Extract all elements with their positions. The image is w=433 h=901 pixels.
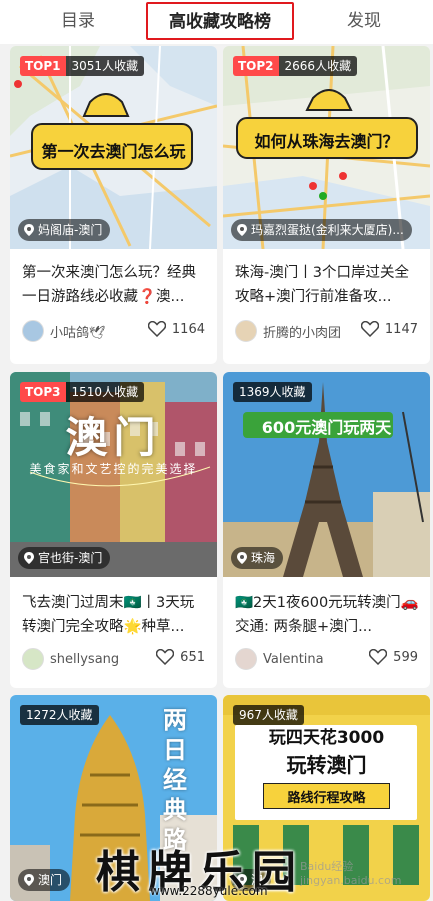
cover-headline: 600元澳门玩两天 bbox=[261, 418, 392, 437]
guide-card-1[interactable]: 第一次去澳门怎么玩 TOP1 3051人收藏 妈阁庙-澳门 第一次来澳门怎么玩？… bbox=[10, 46, 217, 364]
cover-subtitle: 美食家和文艺控的完美选择 bbox=[29, 462, 198, 476]
card-title[interactable]: 珠海-澳门丨3个口岸过关全攻略+澳门行前准备攻... bbox=[223, 249, 430, 309]
avatar[interactable] bbox=[235, 320, 257, 342]
cover-headline-3: 路线行程攻略 bbox=[287, 791, 366, 806]
username[interactable]: Valentina bbox=[263, 652, 324, 667]
card-cover-1[interactable]: 第一次去澳门怎么玩 TOP1 3051人收藏 妈阁庙-澳门 bbox=[10, 46, 217, 249]
favorite-badge: 967人收藏 bbox=[233, 705, 304, 725]
avatar[interactable] bbox=[22, 320, 44, 342]
heart-icon bbox=[360, 321, 379, 337]
guide-card-3[interactable]: 澳门 美食家和文艺控的完美选择 TOP3 1510人收藏 官也街-澳门 飞去澳门… bbox=[10, 372, 217, 688]
favorite-badge: TOP1 3051人收藏 bbox=[20, 56, 145, 76]
like-count: 1164 bbox=[171, 321, 205, 337]
favorite-count: 3051人收藏 bbox=[65, 56, 145, 76]
location-pin-icon bbox=[24, 874, 34, 886]
location-label: 妈阁庙-澳门 bbox=[38, 223, 103, 237]
favorite-count: 967人收藏 bbox=[233, 705, 304, 725]
guide-card-5[interactable]: 两日经典路线 1272人收藏 澳门 bbox=[10, 695, 217, 901]
rank-label: TOP3 bbox=[20, 382, 66, 402]
like-count: 1147 bbox=[384, 321, 418, 337]
tab-discover[interactable]: 发现 bbox=[334, 6, 394, 36]
card-meta: 折腾的小肉团 1147 bbox=[223, 309, 430, 353]
card-meta: shellysang 651 bbox=[10, 637, 217, 681]
favorite-badge: TOP2 2666人收藏 bbox=[233, 56, 358, 76]
cover-headline: 玩四天花3000 bbox=[268, 728, 385, 748]
like-count: 651 bbox=[180, 649, 205, 665]
favorite-count: 2666人收藏 bbox=[278, 56, 358, 76]
location-pin-icon bbox=[24, 224, 34, 236]
username[interactable]: shellysang bbox=[50, 652, 119, 667]
card-title[interactable]: 🇲🇴2天1夜600元玩转澳门🚗交通: 两条腿+澳门... bbox=[223, 577, 430, 637]
like-button[interactable]: 1164 bbox=[147, 321, 205, 337]
cover-headline-2: 玩转澳门 bbox=[286, 753, 367, 777]
heart-icon bbox=[369, 649, 388, 665]
location-tag[interactable]: 妈阁庙-澳门 bbox=[18, 219, 111, 241]
card-title[interactable]: 第一次来澳门怎么玩？经典一日游路线必收藏❓澳... bbox=[10, 249, 217, 309]
guide-card-2[interactable]: 如何从珠海去澳门？ TOP2 2666人收藏 玛嘉烈蛋挞(金利来大厦店)... … bbox=[223, 46, 430, 364]
username[interactable]: 小咕鸽🕊 bbox=[50, 322, 106, 341]
cover-headline: 第一次去澳门怎么玩 bbox=[41, 142, 186, 161]
favorite-badge: TOP3 1510人收藏 bbox=[20, 382, 145, 402]
favorite-count: 1272人收藏 bbox=[20, 705, 99, 725]
favorite-count: 1510人收藏 bbox=[65, 382, 145, 402]
guide-card-4[interactable]: 600元澳门玩两天 1369人收藏 珠海 🇲🇴2天1夜600元玩转澳门🚗交通: … bbox=[223, 372, 430, 688]
card-cover-2[interactable]: 如何从珠海去澳门？ TOP2 2666人收藏 玛嘉烈蛋挞(金利来大厦店)... bbox=[223, 46, 430, 249]
location-pin-icon bbox=[237, 224, 247, 236]
guide-card-6[interactable]: 玩四天花3000 玩转澳门 路线行程攻略 967人收藏 澳 bbox=[223, 695, 430, 901]
cover-headline: 如何从珠海去澳门？ bbox=[254, 132, 399, 151]
favorite-badge: 1369人收藏 bbox=[233, 382, 312, 402]
heart-icon bbox=[156, 649, 175, 665]
location-tag[interactable]: 珠海 bbox=[231, 547, 284, 569]
location-label: 澳 bbox=[251, 873, 264, 887]
avatar[interactable] bbox=[235, 648, 257, 670]
location-tag[interactable]: 澳 bbox=[231, 869, 272, 891]
username[interactable]: 折腾的小肉团 bbox=[263, 322, 341, 341]
location-label: 澳门 bbox=[38, 873, 63, 887]
location-pin-icon bbox=[237, 552, 247, 564]
location-pin-icon bbox=[237, 874, 247, 886]
card-cover-4[interactable]: 600元澳门玩两天 1369人收藏 珠海 bbox=[223, 372, 430, 577]
avatar[interactable] bbox=[22, 648, 44, 670]
card-title[interactable]: 飞去澳门过周末🇲🇴丨3天玩转澳门完全攻略🌟种草... bbox=[10, 577, 217, 637]
like-button[interactable]: 651 bbox=[156, 649, 205, 665]
tab-catalog[interactable]: 目录 bbox=[48, 6, 108, 36]
card-cover-3[interactable]: 澳门 美食家和文艺控的完美选择 TOP3 1510人收藏 官也街-澳门 bbox=[10, 372, 217, 577]
like-count: 599 bbox=[393, 649, 418, 665]
favorite-badge: 1272人收藏 bbox=[20, 705, 99, 725]
tab-top-favorites[interactable]: 高收藏攻略榜 bbox=[146, 2, 294, 40]
card-meta: 小咕鸽🕊 1164 bbox=[10, 309, 217, 353]
heart-icon bbox=[147, 321, 166, 337]
favorite-count: 1369人收藏 bbox=[233, 382, 312, 402]
top-tab-bar: 目录 高收藏攻略榜 发现 bbox=[0, 0, 433, 44]
cover-headline: 澳门 bbox=[65, 413, 162, 462]
card-meta: Valentina 599 bbox=[223, 637, 430, 681]
location-label: 珠海 bbox=[251, 551, 276, 565]
like-button[interactable]: 599 bbox=[369, 649, 418, 665]
card-cover-5[interactable]: 两日经典路线 1272人收藏 澳门 bbox=[10, 695, 217, 901]
location-tag[interactable]: 玛嘉烈蛋挞(金利来大厦店)... bbox=[231, 219, 412, 241]
location-label: 玛嘉烈蛋挞(金利来大厦店)... bbox=[251, 223, 404, 237]
rank-label: TOP2 bbox=[233, 56, 279, 76]
cover-headline: 两日经典路线 bbox=[163, 705, 187, 884]
location-label: 官也街-澳门 bbox=[38, 551, 103, 565]
location-tag[interactable]: 官也街-澳门 bbox=[18, 547, 111, 569]
rank-label: TOP1 bbox=[20, 56, 66, 76]
like-button[interactable]: 1147 bbox=[360, 321, 418, 337]
location-pin-icon bbox=[24, 552, 34, 564]
card-cover-6[interactable]: 玩四天花3000 玩转澳门 路线行程攻略 967人收藏 澳 bbox=[223, 695, 430, 901]
location-tag[interactable]: 澳门 bbox=[18, 869, 71, 891]
